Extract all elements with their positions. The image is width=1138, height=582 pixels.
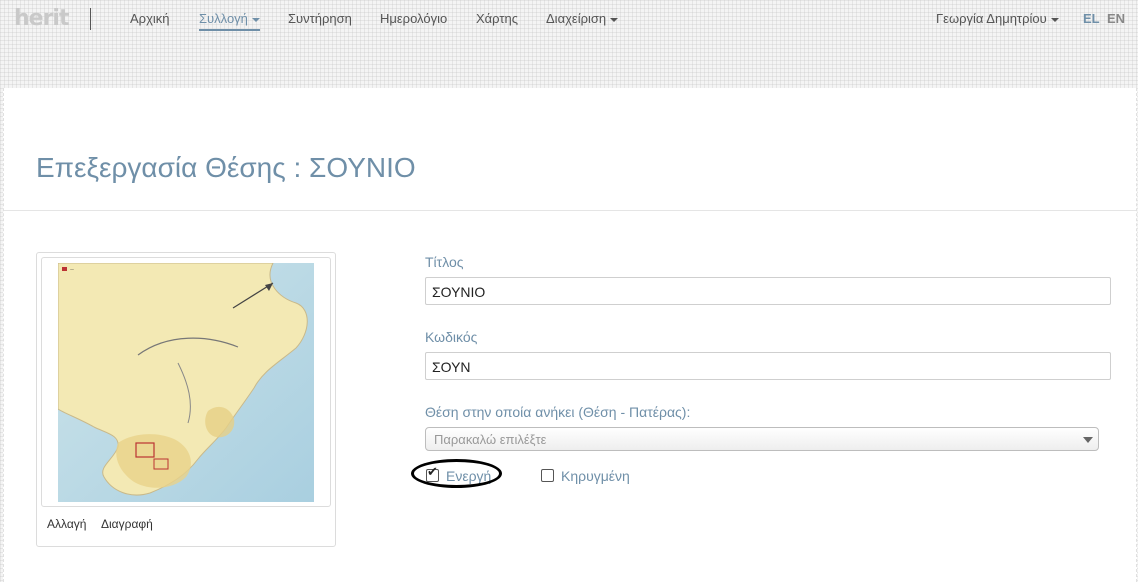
parent-site-label: Θέση στην οποία ανήκει (Θέση - Πατέρας):	[425, 404, 691, 420]
user-menu[interactable]: Γεωργία Δημητρίου	[936, 11, 1059, 26]
title-input[interactable]: ΣΟΥΝΙΟ	[425, 277, 1111, 305]
parent-site-placeholder: Παρακαλώ επιλέξτε	[434, 432, 547, 447]
nav-calendar[interactable]: Ημερολόγιο	[380, 11, 447, 26]
chevron-down-icon	[610, 17, 619, 22]
code-label: Κωδικός	[425, 329, 478, 345]
nav-home[interactable]: Αρχική	[130, 11, 170, 26]
dropdown-arrow-icon	[1083, 437, 1093, 443]
declared-checkbox[interactable]	[541, 469, 554, 482]
declared-checkbox-row[interactable]: Κηρυγμένη	[541, 468, 630, 484]
nav-admin[interactable]: Διαχείριση	[546, 11, 619, 26]
nav-collection-label: Συλλογή	[199, 11, 248, 26]
highlight-annotation-ellipse	[411, 459, 502, 488]
title-divider	[4, 210, 1136, 211]
parent-site-select[interactable]: Παρακαλώ επιλέξτε	[425, 427, 1099, 451]
page-title: Επεξεργασία Θέσης : ΣΟΥΝΙΟ	[36, 152, 416, 183]
top-navbar: herit Αρχική Συλλογή Συντήρηση Ημερολόγι…	[0, 0, 1138, 38]
chevron-down-icon	[1050, 17, 1059, 22]
logo[interactable]: herit	[14, 6, 69, 31]
main-panel: Επεξεργασία Θέσης : ΣΟΥΝΙΟ — Αλλαγή Διαγ…	[3, 88, 1137, 582]
image-card: — Αλλαγή Διαγραφή	[36, 252, 336, 547]
nav-map[interactable]: Χάρτης	[476, 11, 518, 26]
user-name: Γεωργία Δημητρίου	[936, 11, 1047, 26]
nav-collection[interactable]: Συλλογή	[199, 11, 260, 31]
chevron-down-icon	[251, 17, 260, 22]
title-label: Τίτλος	[425, 254, 464, 270]
code-input[interactable]: ΣΟΥΝ	[425, 352, 1111, 380]
site-map-image: —	[58, 263, 314, 502]
nav-admin-label: Διαχείριση	[546, 11, 607, 26]
lang-en-link[interactable]: EN	[1107, 11, 1125, 26]
delete-image-link[interactable]: Διαγραφή	[101, 517, 153, 531]
svg-text:—: —	[70, 267, 74, 272]
nav-conservation[interactable]: Συντήρηση	[288, 11, 352, 26]
change-image-link[interactable]: Αλλαγή	[47, 517, 86, 531]
image-thumbnail-frame: —	[41, 257, 331, 507]
declared-checkbox-label: Κηρυγμένη	[561, 468, 630, 484]
lang-el-link[interactable]: EL	[1083, 11, 1100, 26]
logo-divider	[90, 8, 91, 30]
